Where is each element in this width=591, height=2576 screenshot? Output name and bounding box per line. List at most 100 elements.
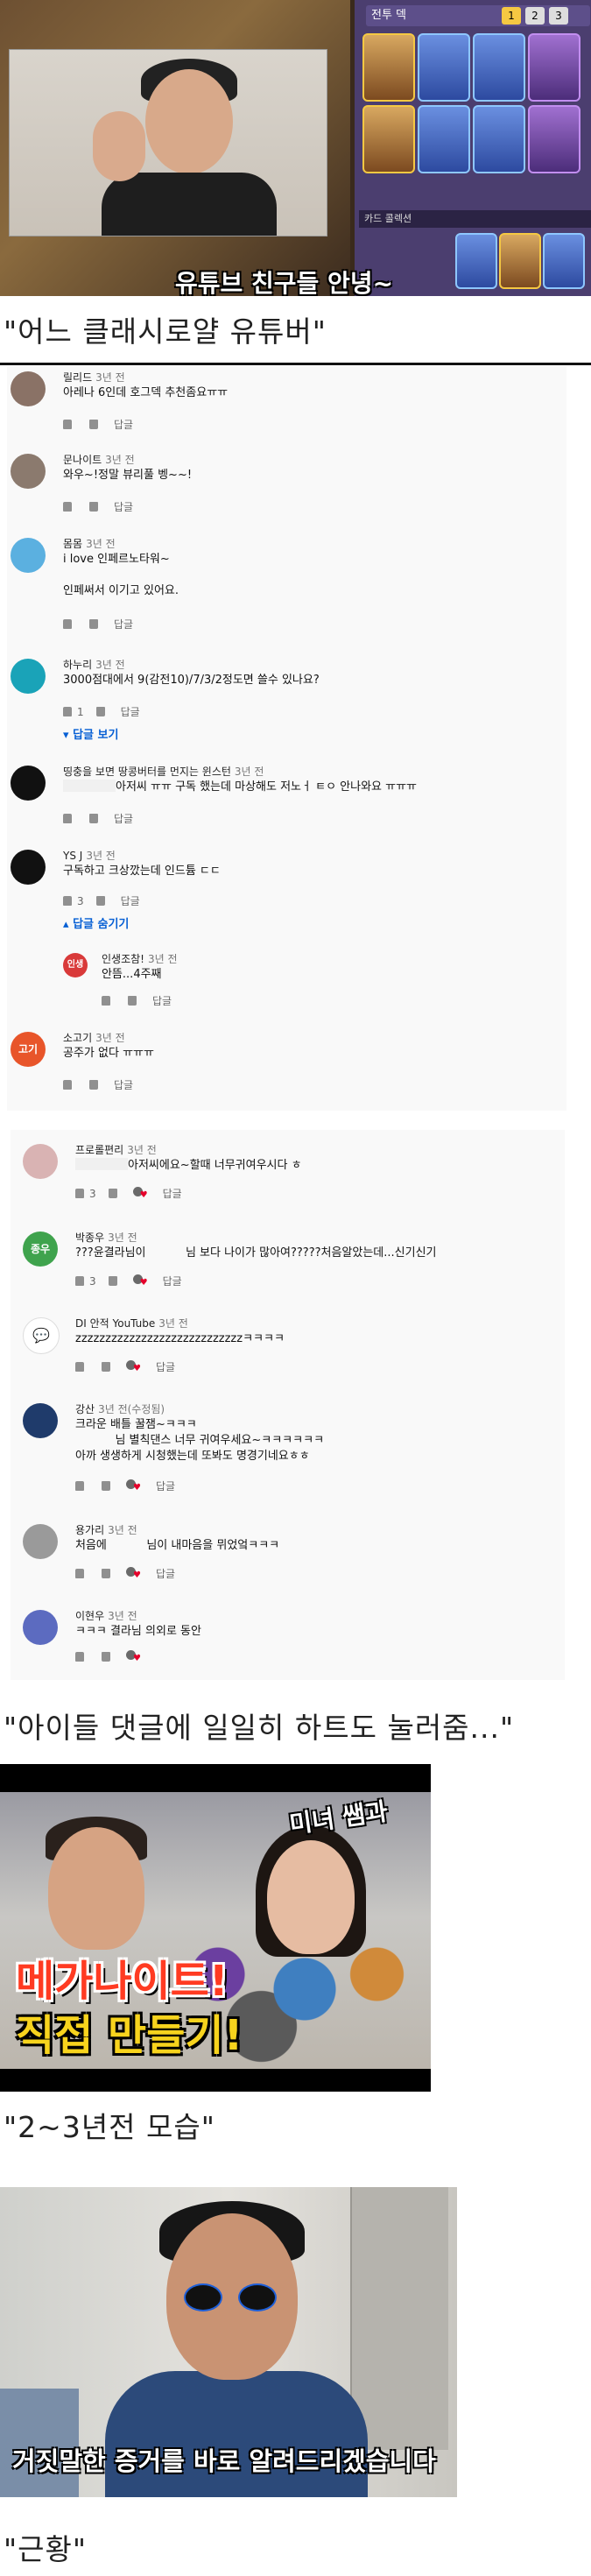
comment-time[interactable]: 3년 전 bbox=[158, 1317, 188, 1330]
dislike-icon[interactable] bbox=[89, 502, 98, 512]
author-name[interactable]: YS J bbox=[63, 850, 82, 862]
card-slot[interactable] bbox=[528, 33, 580, 102]
comment-time[interactable]: 3년 전 bbox=[95, 1032, 125, 1044]
avatar[interactable]: 고기 bbox=[11, 1032, 46, 1067]
author-name[interactable]: 릴리드 bbox=[63, 371, 92, 384]
reply-button[interactable]: 답글 bbox=[156, 1361, 175, 1373]
like-icon[interactable] bbox=[75, 1652, 84, 1662]
like-icon[interactable] bbox=[63, 619, 72, 629]
like-icon[interactable] bbox=[63, 814, 72, 823]
card-slot[interactable] bbox=[362, 105, 415, 173]
avatar[interactable] bbox=[11, 371, 46, 406]
like-icon[interactable] bbox=[75, 1362, 84, 1372]
avatar[interactable] bbox=[23, 1403, 58, 1438]
dislike-icon[interactable] bbox=[108, 1189, 117, 1198]
author-name[interactable]: 이현우 bbox=[75, 1610, 104, 1622]
like-icon[interactable] bbox=[63, 896, 72, 906]
deck-tab-3[interactable]: 3 bbox=[549, 7, 568, 25]
like-icon[interactable] bbox=[63, 502, 72, 512]
author-name[interactable]: 소고기 bbox=[63, 1032, 92, 1044]
comment-time[interactable]: 3년 전 bbox=[108, 1610, 137, 1622]
like-icon[interactable] bbox=[63, 1080, 72, 1090]
reply-button[interactable]: 답글 bbox=[114, 501, 133, 513]
comment-time[interactable]: 3년 전 bbox=[95, 659, 125, 671]
author-name[interactable]: 하누리 bbox=[63, 659, 92, 671]
avatar[interactable] bbox=[23, 1524, 58, 1559]
comment-time[interactable]: 3년 전 bbox=[127, 1144, 157, 1156]
reply-button[interactable]: 답글 bbox=[156, 1480, 175, 1493]
avatar[interactable] bbox=[11, 454, 46, 489]
author-name[interactable]: 문나이트 bbox=[63, 454, 102, 466]
reply-button[interactable]: 답글 bbox=[121, 895, 140, 907]
avatar[interactable]: 종우 bbox=[23, 1232, 58, 1267]
author-name[interactable]: 몸몸 bbox=[63, 538, 82, 550]
avatar[interactable] bbox=[11, 766, 46, 801]
reply-button[interactable]: 답글 bbox=[114, 813, 133, 825]
card-slot[interactable] bbox=[499, 233, 541, 289]
card-slot[interactable] bbox=[362, 33, 415, 102]
comment-time[interactable]: 3년 전 bbox=[235, 766, 264, 778]
reply-button[interactable]: 답글 bbox=[156, 1568, 175, 1580]
reply-button[interactable]: 답글 bbox=[163, 1188, 182, 1200]
avatar[interactable]: 💬 bbox=[23, 1317, 60, 1354]
dislike-icon[interactable] bbox=[95, 707, 105, 716]
reply-button[interactable]: 답글 bbox=[114, 419, 133, 431]
comment-time[interactable]: 3년 전 bbox=[108, 1524, 137, 1536]
comment-time[interactable]: 3년 전 bbox=[148, 953, 178, 965]
hide-replies-button[interactable]: ▴ 답글 숨기기 bbox=[63, 914, 129, 931]
dislike-icon[interactable] bbox=[128, 996, 137, 1006]
avatar[interactable] bbox=[11, 538, 46, 573]
creator-heart-icon: ♥ bbox=[126, 1360, 144, 1373]
like-icon[interactable] bbox=[75, 1569, 84, 1578]
avatar[interactable] bbox=[11, 850, 46, 885]
avatar[interactable] bbox=[23, 1610, 58, 1645]
reply-button[interactable]: 답글 bbox=[163, 1275, 182, 1288]
dislike-icon[interactable] bbox=[102, 1569, 110, 1578]
dislike-icon[interactable] bbox=[102, 1362, 110, 1372]
author-name[interactable]: 띵충을 보면 땅콩버터를 먼지는 윈스턴 bbox=[63, 766, 231, 778]
comment-time[interactable]: 3년 전 bbox=[105, 454, 135, 466]
card-slot[interactable] bbox=[418, 105, 470, 173]
author-name[interactable]: 강산 bbox=[75, 1403, 95, 1415]
card-slot[interactable] bbox=[528, 105, 580, 173]
like-icon[interactable] bbox=[63, 707, 72, 716]
like-icon[interactable] bbox=[63, 420, 72, 429]
author-name[interactable]: 용가리 bbox=[75, 1524, 104, 1536]
like-icon[interactable] bbox=[75, 1481, 84, 1491]
dislike-icon[interactable] bbox=[102, 1481, 110, 1491]
comment-time[interactable]: 3년 전 bbox=[86, 538, 116, 550]
avatar[interactable]: 인생 bbox=[63, 953, 88, 977]
card-slot[interactable] bbox=[543, 233, 585, 289]
like-icon[interactable] bbox=[75, 1276, 84, 1286]
reply-button[interactable]: 답글 bbox=[152, 995, 172, 1007]
reply-button[interactable]: 답글 bbox=[114, 1079, 133, 1091]
view-replies-button[interactable]: ▾ 답글 보기 bbox=[63, 725, 118, 742]
comment-time[interactable]: 3년 전 bbox=[86, 850, 116, 862]
author-name[interactable]: 인생조참! bbox=[102, 953, 144, 965]
comment-time[interactable]: 3년 전 bbox=[108, 1232, 137, 1244]
dislike-icon[interactable] bbox=[89, 814, 98, 823]
author-name[interactable]: DI 안적 YouTube bbox=[75, 1317, 155, 1330]
dislike-icon[interactable] bbox=[95, 896, 105, 906]
dislike-icon[interactable] bbox=[89, 1080, 98, 1090]
deck-tab-2[interactable]: 2 bbox=[525, 7, 545, 25]
avatar[interactable] bbox=[11, 659, 46, 694]
card-slot[interactable] bbox=[473, 33, 525, 102]
comment-time[interactable]: 3년 전 bbox=[95, 371, 125, 384]
card-slot[interactable] bbox=[418, 33, 470, 102]
like-icon[interactable] bbox=[75, 1189, 84, 1198]
dislike-icon[interactable] bbox=[89, 619, 98, 629]
dislike-icon[interactable] bbox=[108, 1276, 117, 1286]
avatar[interactable] bbox=[23, 1144, 58, 1179]
deck-tab-1[interactable]: 1 bbox=[502, 7, 521, 25]
author-name[interactable]: 박종우 bbox=[75, 1232, 104, 1244]
reply-button[interactable]: 답글 bbox=[114, 618, 133, 631]
dislike-icon[interactable] bbox=[102, 1652, 110, 1662]
reply-button[interactable]: 답글 bbox=[121, 706, 140, 718]
card-slot[interactable] bbox=[455, 233, 497, 289]
like-icon[interactable] bbox=[102, 996, 110, 1006]
dislike-icon[interactable] bbox=[89, 420, 98, 429]
card-slot[interactable] bbox=[473, 105, 525, 173]
comment-time[interactable]: 3년 전(수정됨) bbox=[98, 1403, 165, 1415]
author-name[interactable]: 프로롤편리 bbox=[75, 1144, 123, 1156]
